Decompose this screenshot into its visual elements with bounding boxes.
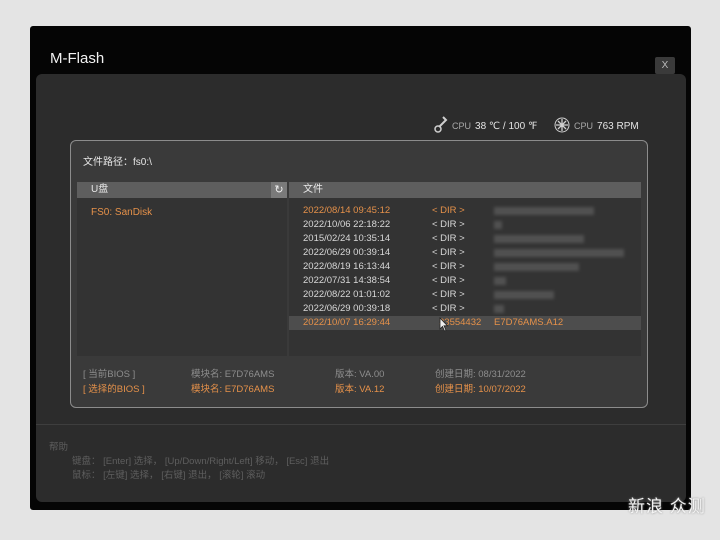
- file-date: 2022/10/06 22:18:22: [303, 219, 391, 230]
- file-name: E7D76AMS.A12: [494, 317, 564, 328]
- file-panel: 文件 2022/08/14 09:45:12 < DIR > 2022/10/0…: [289, 182, 641, 356]
- selected-bios-row: [ 选择的BIOS ] 模块名: E7D76AMS 版本: VA.12 创建日期…: [83, 381, 643, 395]
- drive-panel-header: U盘 ↻: [77, 182, 287, 198]
- window-title: M-Flash: [50, 50, 105, 67]
- redacted-name: [494, 235, 584, 243]
- refresh-icon[interactable]: ↻: [271, 182, 287, 198]
- file-row-selected[interactable]: 2022/10/07 16:29:44 33554432 E7D76AMS.A1…: [289, 316, 641, 332]
- redacted-name: [494, 305, 504, 313]
- file-row[interactable]: 2022/06/29 00:39:18 < DIR >: [289, 302, 641, 316]
- help-mouse: 鼠标： [左键] 选择， [右键] 退出， [滚轮] 滚动: [72, 470, 266, 481]
- file-row[interactable]: 2022/07/31 14:38:54 < DIR >: [289, 274, 641, 288]
- cpu-temp-label: CPU: [452, 121, 472, 131]
- current-bios-label: [ 当前BIOS ]: [83, 369, 136, 380]
- file-row[interactable]: 2022/08/14 09:45:12 < DIR >: [289, 204, 641, 218]
- fan-icon: [554, 117, 570, 136]
- cpu-fan-value: 763 RPM: [597, 120, 639, 132]
- file-date: 2022/08/22 01:01:02: [303, 289, 391, 300]
- file-date: 2022/07/31 14:38:54: [303, 275, 391, 286]
- file-date: 2022/10/07 16:29:44: [303, 317, 391, 328]
- file-type: < DIR >: [432, 275, 465, 286]
- file-type: < DIR >: [432, 247, 465, 258]
- file-type: < DIR >: [432, 205, 465, 216]
- redacted-name: [494, 291, 554, 299]
- file-date: 2015/02/24 10:35:14: [303, 233, 391, 244]
- current-bios-row: [ 当前BIOS ] 模块名: E7D76AMS 版本: VA.00 创建日期:…: [83, 366, 643, 380]
- redacted-name: [494, 221, 502, 229]
- file-type: < DIR >: [432, 261, 465, 272]
- file-date: 2022/06/29 00:39:14: [303, 247, 391, 258]
- redacted-name: [494, 277, 506, 285]
- file-date: 2022/08/14 09:45:12: [303, 205, 391, 216]
- cpu-temperature-status: CPU 38 ℃ / 100 ℉: [434, 115, 538, 137]
- file-panel-title: 文件: [303, 184, 323, 195]
- thermometer-icon: [434, 115, 448, 137]
- selected-bios-date: 创建日期: 10/07/2022: [435, 384, 526, 395]
- file-type: < DIR >: [432, 233, 465, 244]
- file-date: 2022/08/19 16:13:44: [303, 261, 391, 272]
- file-row[interactable]: 2022/08/19 16:13:44 < DIR >: [289, 260, 641, 274]
- redacted-name: [494, 263, 579, 271]
- file-type: < DIR >: [432, 289, 465, 300]
- drive-panel-title: U盘: [91, 184, 109, 195]
- selected-bios-version: 版本: VA.12: [335, 384, 385, 395]
- drive-panel: U盘 ↻ FS0: SanDisk: [77, 182, 287, 356]
- file-path-label: 文件路径：fs0:\: [83, 157, 152, 168]
- cpu-fan-status: CPU 763 RPM: [554, 117, 639, 135]
- current-bios-date: 创建日期: 08/31/2022: [435, 369, 526, 380]
- current-bios-module: 模块名: E7D76AMS: [191, 369, 275, 380]
- file-date: 2022/06/29 00:39:18: [303, 303, 391, 314]
- flash-dialog: 文件路径：fs0:\ U盘 ↻ FS0: SanDisk 文件 2022/08/…: [70, 140, 648, 408]
- selected-bios-label: [ 选择的BIOS ]: [83, 384, 145, 395]
- file-row[interactable]: 2022/06/29 00:39:14 < DIR >: [289, 246, 641, 260]
- close-button[interactable]: X: [655, 57, 675, 74]
- help-keyboard: 键盘： [Enter] 选择， [Up/Down/Right/Left] 移动，…: [72, 456, 330, 467]
- current-bios-version: 版本: VA.00: [335, 369, 385, 380]
- bios-screen: M-Flash X CPU 38 ℃ / 100 ℉ CPU 763 RPM 文…: [30, 26, 691, 510]
- redacted-name: [494, 207, 594, 215]
- cpu-fan-label: CPU: [574, 121, 594, 131]
- file-type: < DIR >: [432, 303, 465, 314]
- file-row[interactable]: 2022/08/22 01:01:02 < DIR >: [289, 288, 641, 302]
- help-section: 帮助 键盘： [Enter] 选择， [Up/Down/Right/Left] …: [36, 424, 686, 481]
- selected-bios-module: 模块名: E7D76AMS: [191, 384, 275, 395]
- redacted-name: [494, 249, 624, 257]
- file-panel-header: 文件: [289, 182, 641, 198]
- main-panel: CPU 38 ℃ / 100 ℉ CPU 763 RPM 文件路径：fs0:\ …: [36, 74, 686, 502]
- file-row[interactable]: 2015/02/24 10:35:14 < DIR >: [289, 232, 641, 246]
- drive-item-fs0[interactable]: FS0: SanDisk: [91, 207, 152, 218]
- watermark-logo: 新浪 众测: [628, 497, 706, 516]
- file-type: < DIR >: [432, 219, 465, 230]
- help-title: 帮助: [49, 442, 69, 453]
- cpu-temp-value: 38 ℃ / 100 ℉: [475, 120, 538, 132]
- file-row[interactable]: 2022/10/06 22:18:22 < DIR >: [289, 218, 641, 232]
